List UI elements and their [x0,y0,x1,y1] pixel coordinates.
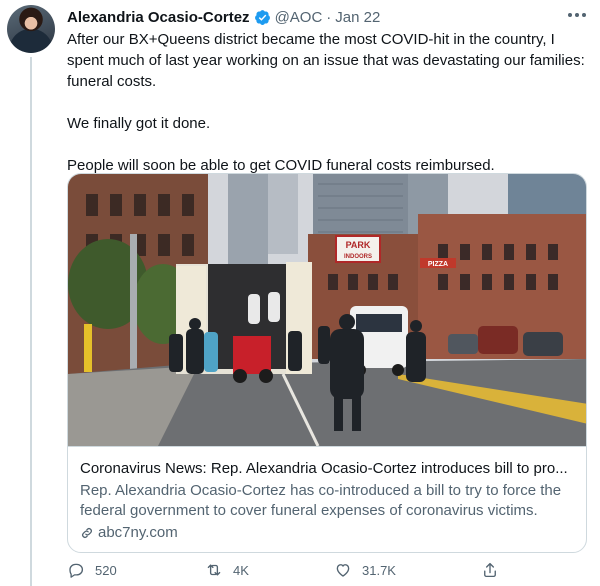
more-options-icon[interactable] [566,8,588,22]
tweet-actions: 520 4K 31.7K [67,558,587,582]
tweet-paragraph-1: After our BX+Queens district became the … [67,31,585,90]
reply-count: 520 [95,562,117,578]
author-handle[interactable]: @AOC [275,9,323,26]
like-button[interactable]: 31.7K [334,561,396,579]
tweet[interactable]: Alexandria Ocasio-Cortez @AOC · Jan 22 A… [0,0,600,586]
avatar[interactable] [7,5,55,53]
retweet-icon [207,564,221,576]
card-domain[interactable]: abc7ny.com [80,523,576,543]
card-description: Rep. Alexandria Ocasio-Cortez has co-int… [80,482,562,519]
share-icon [484,562,496,578]
tweet-text: After our BX+Queens district became the … [67,29,587,176]
tweet-date[interactable]: Jan 22 [335,9,380,26]
like-icon [336,564,350,577]
card-photo[interactable]: PARK INDOORS PIZZA [68,174,586,446]
pizza-sign-text: PIZZA [428,261,448,268]
card-domain-text[interactable]: abc7ny.com [98,523,178,543]
retweet-count: 4K [233,562,249,578]
like-count: 31.7K [362,562,396,578]
share-button[interactable] [481,561,499,579]
card-body[interactable]: Coronavirus News: Rep. Alexandria Ocasio… [68,446,586,552]
indoors-sign-text: INDOORS [344,254,372,260]
link-icon [82,528,92,538]
park-sign-text: PARK [346,240,371,250]
separator-dot: · [326,8,332,26]
thread-line [30,57,32,586]
reply-button[interactable]: 520 [67,561,117,579]
street-scene-image: PARK INDOORS PIZZA [68,174,586,446]
tweet-header: Alexandria Ocasio-Cortez @AOC · Jan 22 [67,6,380,28]
author-name[interactable]: Alexandria Ocasio-Cortez [67,9,250,26]
link-card[interactable]: PARK INDOORS PIZZA Coronavirus News: Rep… [67,173,587,553]
retweet-button[interactable]: 4K [205,561,249,579]
verified-badge-icon [254,9,270,25]
tweet-paragraph-2: We finally got it done. [67,115,211,132]
reply-icon [69,563,84,578]
card-title[interactable]: Coronavirus News: Rep. Alexandria Ocasio… [80,459,576,479]
